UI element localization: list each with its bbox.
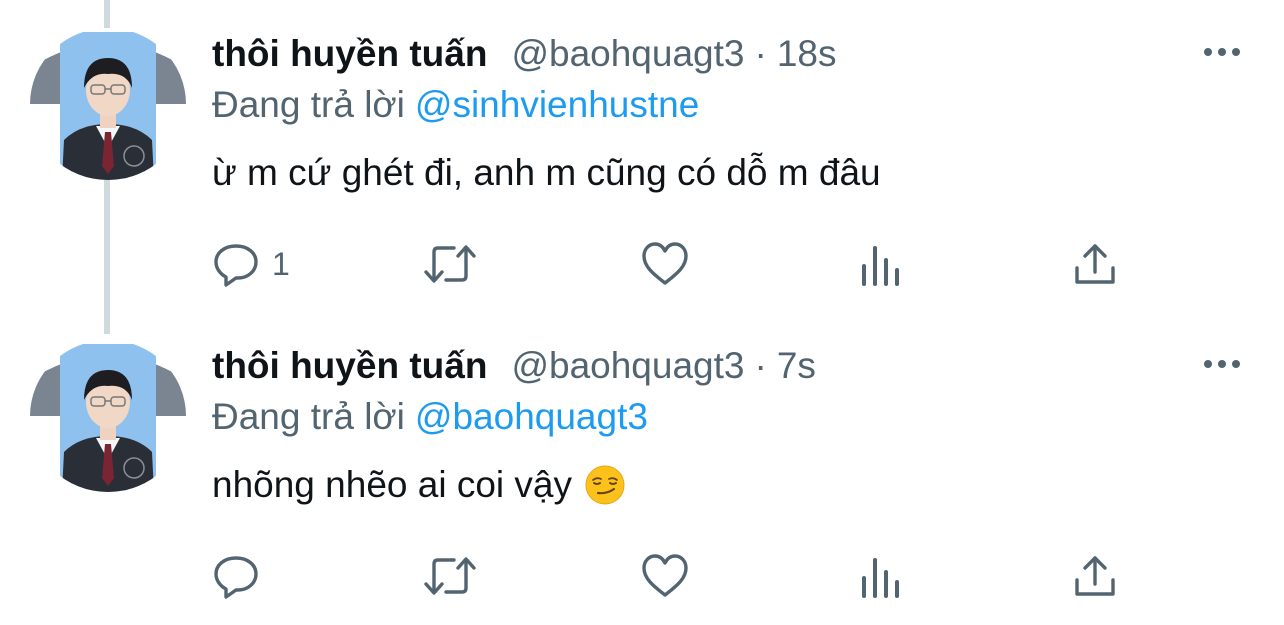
separator-dot: ·	[754, 345, 767, 386]
smirking-face-emoji-icon	[585, 465, 625, 505]
reply-icon	[214, 244, 258, 287]
retweet-button[interactable]	[422, 238, 478, 290]
views-icon	[862, 246, 899, 286]
reply-icon	[214, 556, 258, 599]
tweet-header: thôi huyền tuấn @baohquagt3 · 7s	[212, 342, 816, 390]
views-button[interactable]	[858, 238, 902, 290]
share-button[interactable]	[1072, 550, 1118, 602]
like-button[interactable]	[640, 550, 690, 602]
display-name[interactable]: thôi huyền tuấn	[212, 345, 487, 387]
tweet-text: ừ m cứ ghét đi, anh m cũng có dỗ m đâu	[212, 152, 881, 194]
separator-dot: ·	[754, 33, 767, 74]
mention-link[interactable]: @baohquagt3	[415, 396, 648, 437]
display-name[interactable]: thôi huyền tuấn	[212, 33, 487, 75]
reply-count: 1	[272, 245, 290, 282]
share-icon	[1075, 244, 1115, 284]
retweet-icon	[424, 557, 476, 595]
tweet-actions	[212, 550, 1132, 602]
timestamp[interactable]: 7s	[777, 345, 816, 387]
user-handle[interactable]: @baohquagt3	[511, 33, 744, 75]
retweet-icon	[424, 245, 476, 283]
like-icon	[642, 242, 688, 285]
replying-to-label: Đang trả lời	[212, 84, 405, 125]
tweet-text-content: nhõng nhẽo ai coi vậy	[212, 464, 572, 505]
mention-link[interactable]: @sinhvienhustne	[415, 84, 699, 125]
like-icon	[642, 554, 688, 597]
replying-to: Đang trả lời @baohquagt3	[212, 396, 648, 438]
share-icon	[1075, 556, 1115, 596]
more-icon[interactable]	[1204, 360, 1240, 368]
reply-button[interactable]	[212, 550, 272, 602]
tweet[interactable]: thôi huyền tuấn @baohquagt3 · 18s Đang t…	[0, 0, 1284, 300]
share-button[interactable]	[1072, 238, 1118, 290]
replying-to-label: Đang trả lời	[212, 396, 405, 437]
replying-to: Đang trả lời @sinhvienhustne	[212, 84, 699, 126]
views-button[interactable]	[858, 550, 902, 602]
tweet[interactable]: thôi huyền tuấn @baohquagt3 · 7s Đang tr…	[0, 312, 1284, 612]
more-icon[interactable]	[1204, 48, 1240, 56]
avatar[interactable]	[30, 28, 186, 180]
tweet-header: thôi huyền tuấn @baohquagt3 · 18s	[212, 30, 836, 78]
reply-button[interactable]: 1	[212, 238, 290, 290]
user-handle[interactable]: @baohquagt3	[511, 345, 744, 387]
timestamp[interactable]: 18s	[777, 33, 837, 75]
like-button[interactable]	[640, 238, 690, 290]
views-icon	[862, 558, 899, 598]
tweet-text-content: ừ m cứ ghét đi, anh m cũng có dỗ m đâu	[212, 152, 881, 193]
tweet-actions: 1	[212, 238, 1132, 290]
avatar[interactable]	[30, 340, 186, 492]
tweet-text: nhõng nhẽo ai coi vậy	[212, 464, 626, 506]
retweet-button[interactable]	[422, 550, 478, 602]
